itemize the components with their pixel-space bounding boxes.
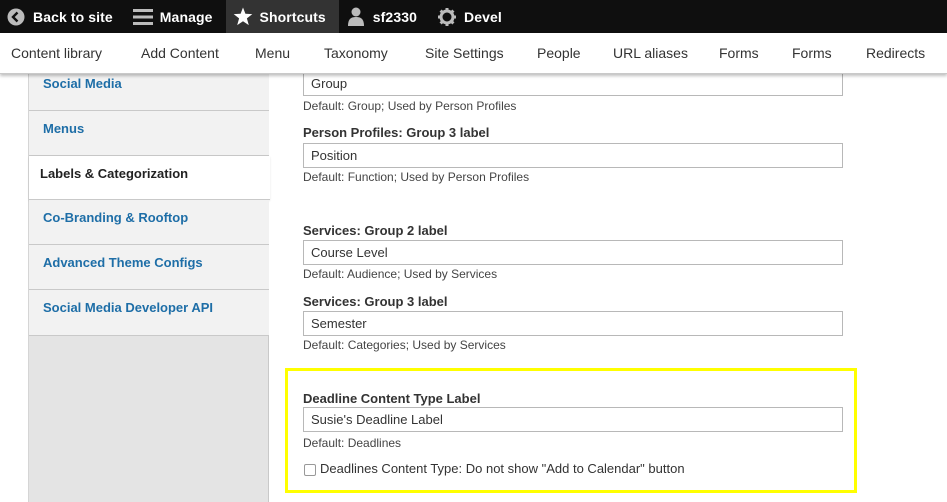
star-icon (232, 6, 254, 28)
devel-label: Devel (463, 8, 502, 25)
devel-menu[interactable]: Devel (430, 0, 515, 33)
manage-menu[interactable]: Manage (126, 0, 226, 33)
tray-link-site-settings[interactable]: Site Settings (425, 45, 504, 61)
tray-link-content-library[interactable]: Content library (11, 45, 102, 61)
svc-group3-input[interactable] (303, 311, 843, 336)
vertical-tabs: Social Media Menus Labels & Categorizati… (28, 74, 270, 502)
shortcuts-tray: Content library Add Content Menu Taxonom… (0, 33, 947, 74)
tray-link-forms[interactable]: Forms (719, 45, 759, 61)
pp-group3-input[interactable] (303, 143, 843, 168)
svc-group2-label: Services: Group 2 label (303, 223, 448, 238)
group-partial-input[interactable] (303, 74, 843, 96)
tray-link-menu[interactable]: Menu (255, 45, 290, 61)
vtab-social-media-developer-api[interactable]: Social Media Developer API (29, 290, 269, 336)
tray-link-taxonomy[interactable]: Taxonomy (324, 45, 388, 61)
vtab-social-media[interactable]: Social Media (29, 74, 269, 111)
page-content: Social Media Menus Labels & Categorizati… (0, 74, 947, 502)
pp-group3-label: Person Profiles: Group 3 label (303, 125, 490, 140)
deadline-label: Deadline Content Type Label (303, 391, 481, 406)
user-menu[interactable]: sf2330 (339, 0, 430, 33)
vtab-menus[interactable]: Menus (29, 111, 269, 156)
tray-link-add-content[interactable]: Add Content (141, 45, 219, 61)
gear-icon (436, 6, 458, 28)
svc-group3-label: Services: Group 3 label (303, 294, 448, 309)
hamburger-icon (132, 6, 154, 28)
tray-link-url-aliases[interactable]: URL aliases (613, 45, 688, 61)
shortcuts-menu[interactable]: Shortcuts (225, 0, 339, 33)
group-partial-description: Default: Group; Used by Person Profiles (303, 99, 517, 113)
vtab-label: Social Media Developer API (43, 300, 214, 315)
vtab-label: Co-Branding & Rooftop (43, 210, 189, 225)
vtab-label: Menus (43, 121, 85, 136)
back-to-site-label: Back to site (33, 8, 113, 25)
svc-group3-description: Default: Categories; Used by Services (303, 338, 506, 352)
manage-label: Manage (159, 8, 213, 25)
vtab-label: Advanced Theme Configs (43, 255, 203, 270)
svc-group2-description: Default: Audience; Used by Services (303, 267, 498, 281)
back-to-site-link[interactable]: Back to site (0, 0, 126, 33)
deadline-input[interactable] (303, 407, 843, 432)
deadline-checkbox-label[interactable]: Deadlines Content Type: Do not show "Add… (320, 461, 685, 476)
vtab-label: Labels & Categorization (40, 166, 189, 181)
admin-toolbar: Back to site Manage Shortcuts sf2330 Dev… (0, 0, 947, 33)
tray-link-redirects[interactable]: Redirects (866, 45, 925, 61)
pp-group3-description: Default: Function; Used by Person Profil… (303, 170, 530, 184)
deadline-description: Default: Deadlines (303, 436, 402, 450)
vtab-co-branding-rooftop[interactable]: Co-Branding & Rooftop (29, 200, 269, 245)
svc-group2-input[interactable] (303, 240, 843, 265)
arrow-left-circle-icon (5, 6, 27, 28)
tray-link-people[interactable]: People (537, 45, 581, 61)
username-label: sf2330 (372, 8, 417, 25)
user-icon (345, 6, 367, 28)
vtab-advanced-theme-configs[interactable]: Advanced Theme Configs (29, 245, 269, 290)
tray-link-forms-2[interactable]: Forms (792, 45, 832, 61)
deadline-add-to-calendar-checkbox[interactable] (304, 464, 316, 476)
vtab-labels-categorization[interactable]: Labels & Categorization (29, 156, 270, 200)
vtab-label: Social Media (43, 76, 122, 91)
shortcuts-label: Shortcuts (259, 8, 326, 25)
